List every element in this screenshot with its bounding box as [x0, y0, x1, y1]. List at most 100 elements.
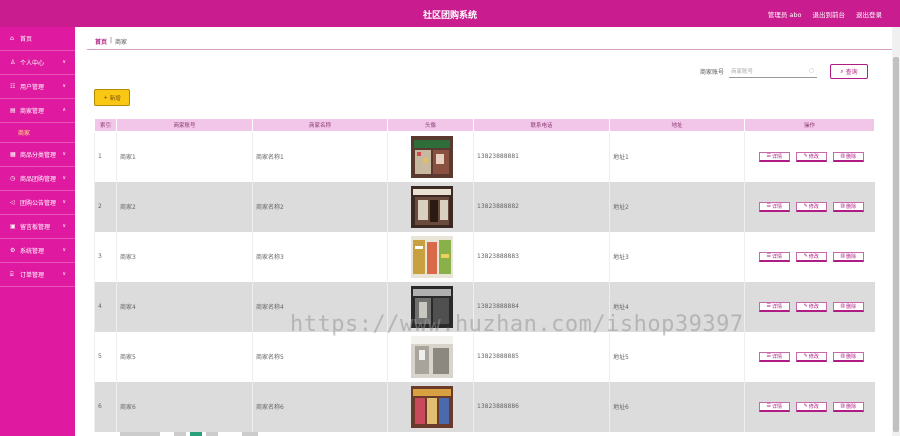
edit-button[interactable]: ✎ 修改: [795, 351, 827, 362]
add-button[interactable]: + 新增: [94, 89, 130, 106]
cell-actions: ☰ 详情 ✎ 修改 ▥ 删除: [744, 331, 875, 382]
cell-actions: ☰ 详情 ✎ 修改 ▥ 删除: [744, 281, 875, 332]
edit-button[interactable]: ✎ 修改: [795, 151, 827, 162]
cell-name: 商家名称6: [252, 381, 388, 432]
cell-phone: 13823888886: [473, 381, 610, 432]
sidebar-item-merchants[interactable]: ▤ 商家管理 ∧: [0, 99, 75, 123]
sidebar-item-notice[interactable]: ◁ 团购公告管理 ∨: [0, 191, 75, 215]
sidebar-item-messages[interactable]: ▣ 留言板管理 ∨: [0, 215, 75, 239]
delete-label: 删除: [846, 153, 857, 160]
sidebar-item-system[interactable]: ⚙ 系统管理 ∨: [0, 239, 75, 263]
search-input[interactable]: 商家账号 ○: [729, 65, 817, 78]
detail-button[interactable]: ☰ 详情: [758, 251, 790, 262]
trash-icon: ▥: [840, 403, 846, 409]
merchant-avatar-image: [411, 235, 453, 278]
back-to-front-link[interactable]: 退出到前台: [813, 9, 846, 19]
table-header-row: 索引 商家账号 商家名称 头像 联系电话 地址 操作: [94, 118, 875, 132]
delete-label: 删除: [846, 353, 857, 360]
column-header: 商家名称: [252, 118, 388, 132]
column-header: 联系电话: [473, 118, 610, 132]
sidebar-item-home[interactable]: ⌂ 首页: [0, 27, 75, 51]
pencil-icon: ✎: [803, 303, 808, 309]
detail-button[interactable]: ☰ 详情: [758, 351, 790, 362]
breadcrumb: 首页 | 商家: [95, 37, 127, 46]
chevron-up-icon: ∧: [62, 107, 66, 113]
cell-address: 地址5: [609, 331, 745, 382]
goto-page-input[interactable]: [242, 432, 258, 436]
main-content: 首页 | 商家 商家账号 商家账号 ○ ⌕ 查询 + 新增 ⇖ 索引 商家账号 …: [75, 27, 900, 436]
list-icon: ☰: [766, 203, 771, 209]
top-bar: 社区团购系统 管理员 abo 退出到前台 退出登录: [0, 0, 900, 27]
pencil-icon: ✎: [803, 203, 808, 209]
store-icon: ▤: [10, 107, 16, 114]
edit-label: 修改: [808, 253, 819, 260]
detail-button[interactable]: ☰ 详情: [758, 301, 790, 312]
scrollbar-thumb[interactable]: [893, 57, 899, 432]
table-row: 3 商家3 商家名称3 13823888883 地址3 ☰ 详情 ✎ 修改 ▥ …: [94, 231, 875, 282]
cell-account: 商家3: [116, 231, 253, 282]
sidebar-item-label: 团购公告管理: [20, 200, 57, 207]
sidebar-item-profile[interactable]: ♙ 个人中心 ∨: [0, 51, 75, 75]
cell-account: 商家2: [116, 181, 253, 232]
edit-button[interactable]: ✎ 修改: [795, 201, 827, 212]
logout-link[interactable]: 退出登录: [856, 9, 882, 19]
query-button[interactable]: ⌕ 查询: [830, 64, 868, 79]
search-placeholder: 商家账号: [731, 69, 754, 75]
sidebar-subitem-merchant[interactable]: 商家: [0, 123, 75, 143]
delete-button[interactable]: ▥ 删除: [832, 251, 864, 262]
edit-label: 修改: [808, 203, 819, 210]
users-icon: ☷: [10, 83, 16, 90]
table-row: 5 商家5 商家名称5 13823888885 地址5 ☰ 详情 ✎ 修改 ▥ …: [94, 331, 875, 382]
column-header: 索引: [94, 118, 117, 132]
detail-button[interactable]: ☰ 详情: [758, 151, 790, 162]
delete-button[interactable]: ▥ 删除: [832, 351, 864, 362]
merchant-avatar-image: [411, 335, 453, 378]
list-icon: ☰: [766, 253, 771, 259]
sidebar-item-label: 商品团购管理: [20, 176, 57, 183]
delete-button[interactable]: ▥ 删除: [832, 151, 864, 162]
sidebar-item-label: 商家管理: [20, 108, 45, 115]
merchant-avatar-image: [411, 185, 453, 228]
sidebar-item-category[interactable]: ▦ 商品分类管理 ∨: [0, 143, 75, 167]
merchant-table: 索引 商家账号 商家名称 头像 联系电话 地址 操作 1 商家1 商家名称1 1…: [94, 118, 875, 432]
column-header: 地址: [609, 118, 745, 132]
sidebar-item-groupbuy[interactable]: ◷ 商品团购管理 ∨: [0, 167, 75, 191]
cell-phone: 13823888883: [473, 231, 610, 282]
cell-name: 商家名称3: [252, 231, 388, 282]
sidebar-item-users[interactable]: ☷ 用户管理 ∨: [0, 75, 75, 99]
detail-label: 详情: [771, 303, 782, 310]
next-page-button[interactable]: [206, 432, 218, 436]
table-row: 2 商家2 商家名称2 13823888882 地址2 ☰ 详情 ✎ 修改 ▥ …: [94, 181, 875, 232]
pencil-icon: ✎: [803, 153, 808, 160]
detail-label: 详情: [771, 253, 782, 260]
page-size-select[interactable]: [120, 432, 160, 436]
search-label: 商家账号: [699, 69, 724, 76]
edit-button[interactable]: ✎ 修改: [795, 301, 827, 312]
edit-button[interactable]: ✎ 修改: [795, 401, 827, 412]
page-number-button[interactable]: [190, 432, 202, 436]
edit-button[interactable]: ✎ 修改: [795, 251, 827, 262]
cell-name: 商家名称5: [252, 331, 388, 382]
column-header: 头像: [387, 118, 474, 132]
chevron-down-icon: ∨: [62, 223, 66, 229]
delete-button[interactable]: ▥ 删除: [832, 301, 864, 312]
delete-button[interactable]: ▥ 删除: [832, 201, 864, 212]
sidebar-item-label: 个人中心: [20, 60, 45, 67]
sidebar-item-label: 订单管理: [20, 272, 45, 279]
trash-icon: ▥: [840, 353, 846, 359]
cell-index: 6: [94, 381, 117, 432]
cell-address: 地址2: [609, 181, 745, 232]
delete-label: 删除: [846, 253, 857, 260]
sidebar-item-label: 首页: [20, 36, 33, 43]
cell-name: 商家名称2: [252, 181, 388, 232]
prev-page-button[interactable]: [174, 432, 186, 436]
trash-icon: ▥: [840, 203, 846, 209]
detail-button[interactable]: ☰ 详情: [758, 401, 790, 412]
sidebar-item-orders[interactable]: ⌸ 订单管理 ∨: [0, 263, 75, 287]
pencil-icon: ✎: [803, 253, 808, 259]
detail-button[interactable]: ☰ 详情: [758, 201, 790, 212]
delete-button[interactable]: ▥ 删除: [832, 401, 864, 412]
admin-label: 管理员 abo: [767, 11, 802, 19]
breadcrumb-home[interactable]: 首页: [95, 37, 107, 46]
scrollbar[interactable]: [892, 27, 900, 436]
